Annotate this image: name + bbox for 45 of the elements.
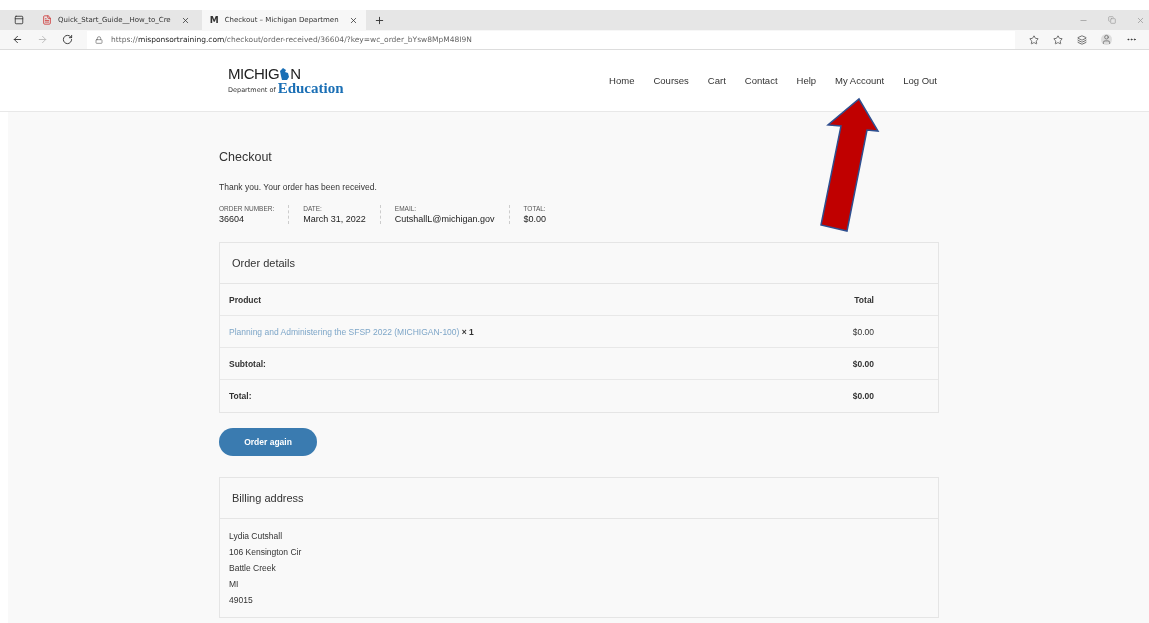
- logo-title: Education: [277, 80, 344, 96]
- address-line: 106 Kensington Cir: [229, 547, 303, 557]
- favorites-icon[interactable]: [1053, 34, 1063, 45]
- quantity: × 1: [461, 326, 474, 337]
- reload-icon[interactable]: [62, 34, 73, 45]
- lock-icon: [95, 35, 103, 44]
- address-line: 49015: [229, 595, 254, 605]
- favorite-icon[interactable]: [1029, 34, 1039, 45]
- nav-link[interactable]: My Account: [835, 75, 885, 86]
- column-header: Product: [229, 294, 262, 305]
- column-header: Total: [854, 294, 874, 305]
- order-notice: Thank you. Your order has been received.: [219, 182, 378, 192]
- logo-text: MICHIG N: [228, 65, 302, 81]
- order-again-button[interactable]: Order again: [219, 428, 317, 456]
- profile-icon[interactable]: [1101, 34, 1112, 45]
- address-line: Lydia Cutshall: [229, 531, 284, 541]
- summary-label: Total:: [229, 391, 252, 401]
- price: $0.00: [852, 358, 874, 369]
- nav-link[interactable]: Courses: [653, 75, 689, 86]
- price: $0.00: [852, 326, 874, 337]
- back-icon[interactable]: [12, 34, 23, 45]
- overview-value: $0.00: [523, 214, 547, 224]
- nav-link[interactable]: Log Out: [903, 75, 937, 86]
- close-icon[interactable]: [348, 15, 358, 25]
- price: $0.00: [852, 391, 874, 401]
- document-icon: [42, 15, 52, 25]
- card-title: Order details: [220, 243, 938, 284]
- address-line: Battle Creek: [229, 563, 277, 573]
- overview-value: CutshallL@michigan.gov: [394, 214, 495, 224]
- address-line: MI: [229, 579, 240, 589]
- nav-link[interactable]: Contact: [744, 75, 778, 86]
- collections-icon[interactable]: [1077, 34, 1087, 45]
- site-favicon: M: [209, 15, 219, 25]
- tab-panel-icon[interactable]: [14, 15, 24, 25]
- overview-value: 36604: [219, 214, 246, 224]
- card-title: Billing address: [220, 478, 938, 519]
- summary-label: Subtotal:: [229, 358, 266, 369]
- overview-value: March 31, 2022: [303, 214, 366, 224]
- nav-link[interactable]: Home: [609, 75, 635, 86]
- michigan-map-icon: [279, 66, 291, 81]
- new-tab-icon[interactable]: [373, 14, 385, 26]
- nav-link[interactable]: Help: [796, 75, 817, 86]
- page-title: Checkout: [219, 150, 273, 164]
- close-icon[interactable]: [180, 15, 190, 25]
- nav-link[interactable]: Cart: [707, 75, 726, 86]
